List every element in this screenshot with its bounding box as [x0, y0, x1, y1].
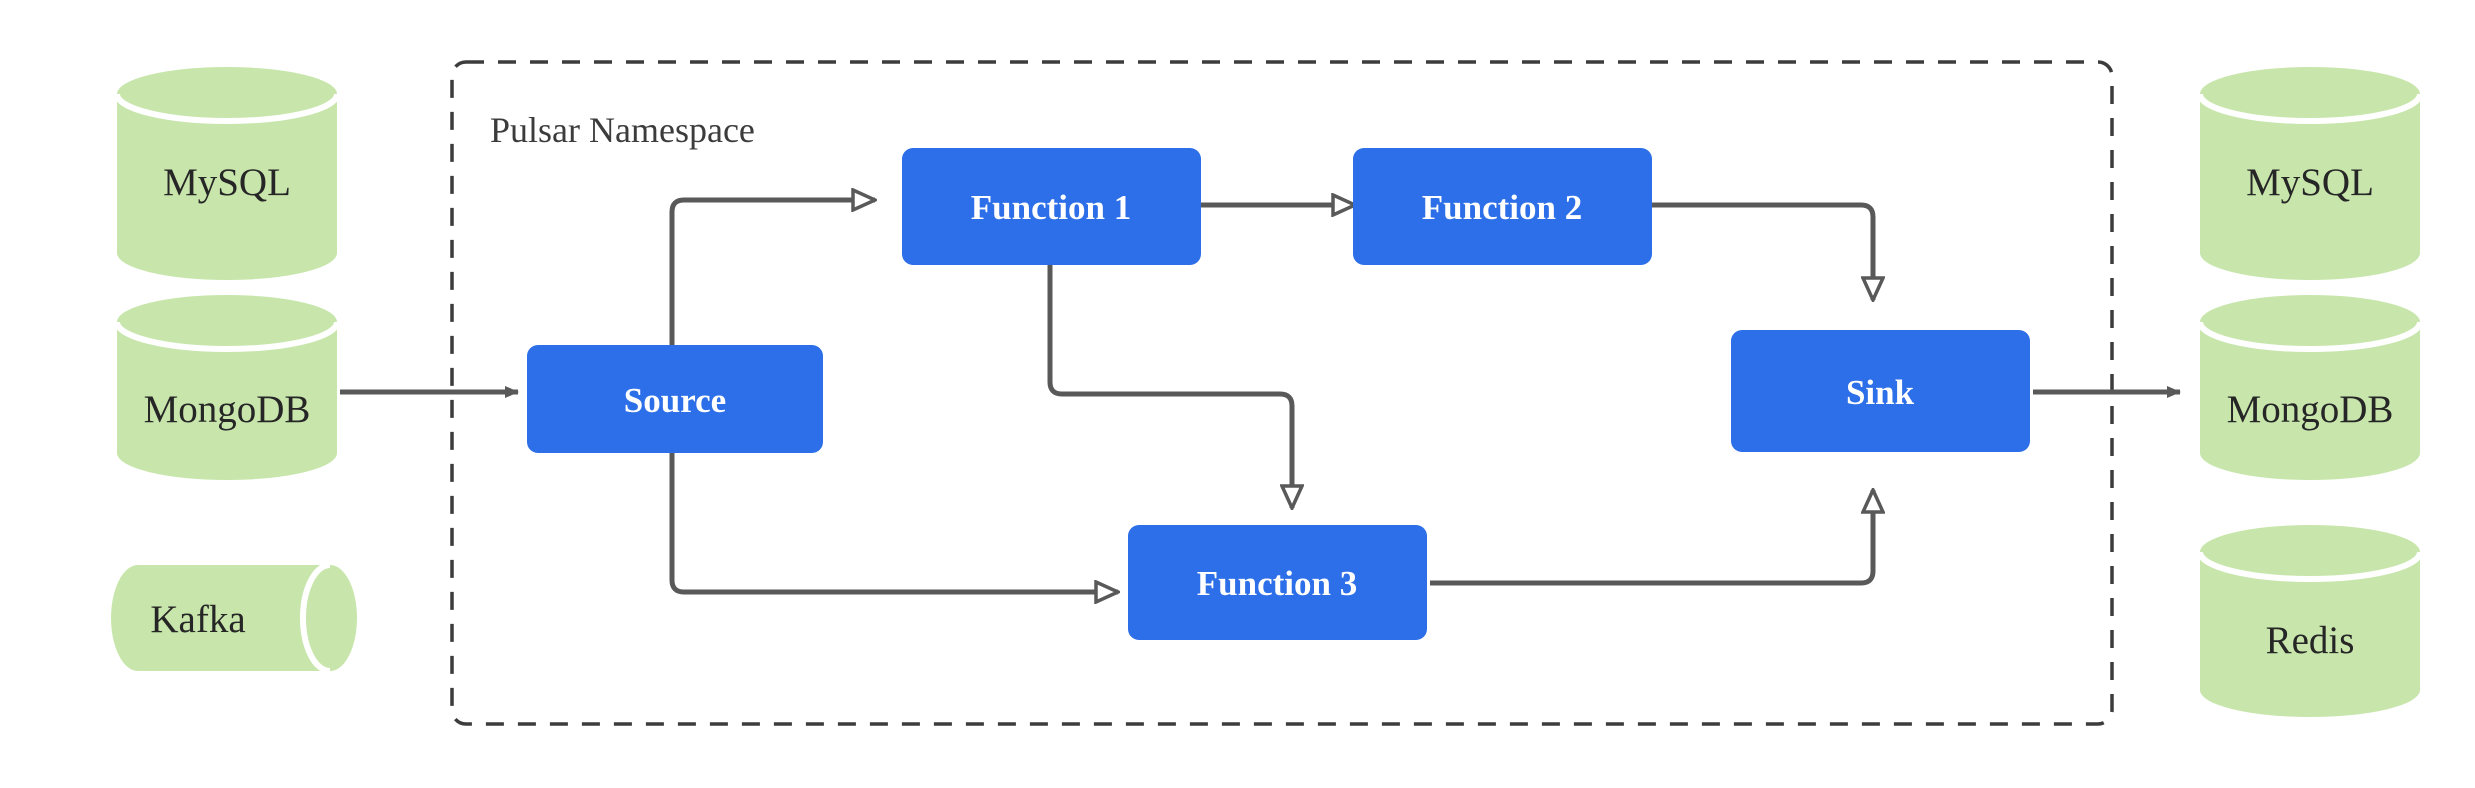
source-cylinder-kafka: Kafka — [111, 562, 357, 674]
sink-cylinder-mysql: MySQL — [2197, 67, 2423, 280]
node-sink-label: Sink — [1846, 373, 1915, 412]
sink-cylinder-mongodb: MongoDB — [2197, 295, 2423, 480]
node-sink[interactable]: Sink — [1731, 330, 2030, 452]
node-source-label: Source — [624, 381, 726, 420]
source-cylinder-mongodb: MongoDB — [114, 295, 340, 480]
sink-cylinder-redis-label: Redis — [2266, 619, 2355, 662]
sink-cylinder-mongodb-label: MongoDB — [2227, 388, 2394, 431]
node-function-2[interactable]: Function 2 — [1353, 148, 1652, 265]
node-function-3[interactable]: Function 3 — [1128, 525, 1427, 640]
source-cylinder-mongodb-label: MongoDB — [144, 388, 311, 431]
node-function-1-label: Function 1 — [971, 188, 1131, 227]
source-cylinder-mysql-label: MySQL — [163, 161, 291, 204]
edge-source-function3 — [669, 453, 1118, 592]
node-function-2-label: Function 2 — [1422, 188, 1582, 227]
edge-function3-sink — [1430, 490, 1873, 586]
node-function-3-label: Function 3 — [1197, 564, 1357, 603]
node-source[interactable]: Source — [527, 345, 823, 453]
namespace-label: Pulsar Namespace — [490, 110, 755, 150]
diagram-canvas: Pulsar Namespace MySQL MongoDB Kafka MyS… — [111, 60, 2423, 726]
edge-function2-sink — [1652, 202, 1873, 300]
sink-cylinder-redis: Redis — [2197, 525, 2423, 717]
node-function-1[interactable]: Function 1 — [902, 148, 1201, 265]
edge-function1-function3 — [1047, 265, 1292, 508]
source-cylinder-mysql: MySQL — [114, 67, 340, 280]
sink-cylinder-mysql-label: MySQL — [2246, 161, 2374, 204]
dataflow-diagram: Pulsar Namespace MySQL MongoDB Kafka MyS… — [0, 0, 2475, 788]
source-cylinder-kafka-label: Kafka — [150, 598, 245, 641]
edge-source-function1 — [669, 200, 875, 345]
